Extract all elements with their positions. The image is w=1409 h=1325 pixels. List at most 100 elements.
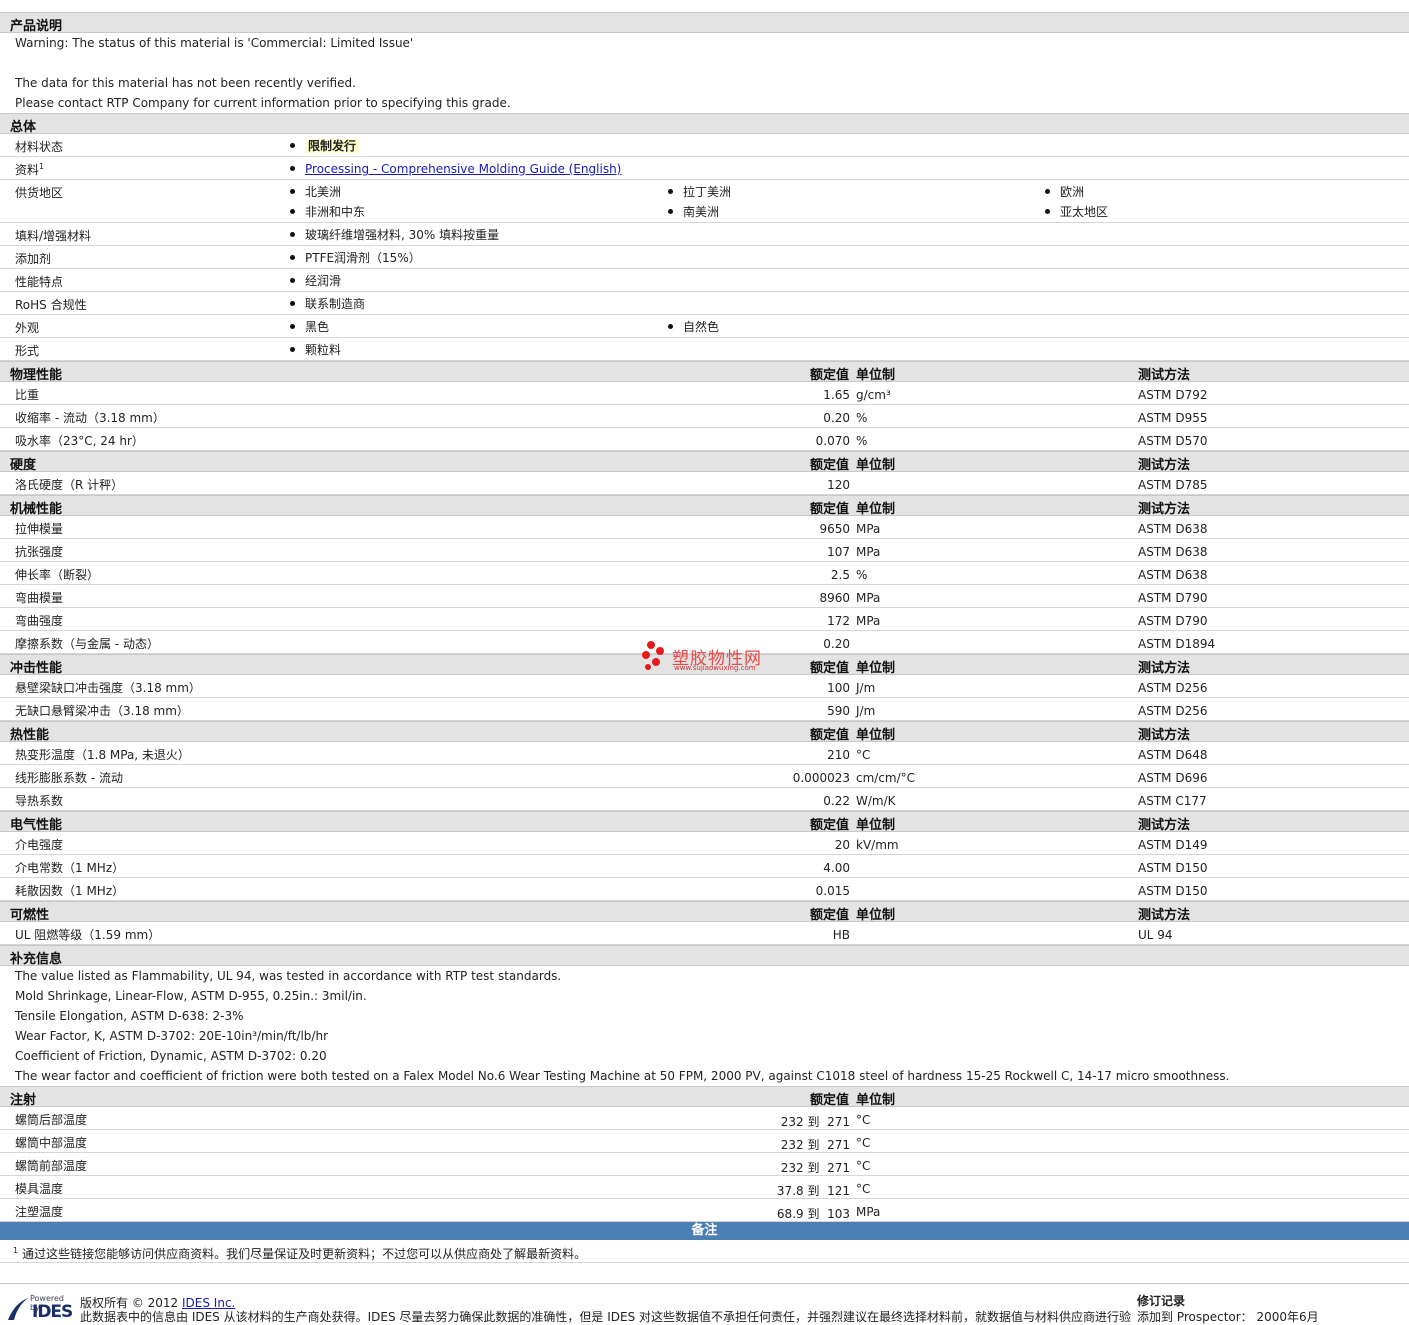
section-title: 电气性能	[10, 818, 63, 833]
column-header-nominal: 额定值	[809, 458, 849, 473]
label-text: 添加剂	[15, 252, 52, 266]
label-text: 形式	[15, 344, 40, 358]
footnote-marker: 1	[39, 162, 45, 171]
ides-swoosh-icon	[8, 1298, 28, 1320]
column-header-unit: 单位制	[856, 458, 896, 473]
bullet-item: 限制发行	[290, 136, 360, 156]
injection-value: 68.9 到 103	[776, 1207, 850, 1221]
property-row: 吸水率（23°C, 24 hr） 0.070% ASTM D570	[0, 428, 1409, 451]
property-value: 8960	[819, 591, 850, 605]
general-row: 填料/增强材料 玻璃纤维增强材料, 30% 填料按重量	[0, 223, 1409, 246]
general-row-label: RoHS 合规性	[15, 296, 87, 313]
label-text: 外观	[15, 321, 40, 335]
property-row: 导热系数 0.22 W/m/K ASTM C177	[0, 788, 1409, 811]
label-text: 材料状态	[15, 140, 64, 154]
general-row-label: 供货地区	[15, 184, 63, 201]
watermark-url: www.sujiaowuxing.com	[674, 664, 756, 672]
general-row: RoHS 合规性 联系制造商	[0, 292, 1409, 315]
section-header: 补充信息	[0, 945, 1409, 967]
footnote-row: 1 通过这些链接您能够访问供应商资料。我们尽量保证及时更新资料；不过您可以从供应商…	[0, 1240, 1409, 1263]
property-label: 弯曲模量	[15, 591, 64, 605]
property-row: 无缺口悬臂梁冲击（3.18 mm） 590 J/m ASTM D256	[0, 698, 1409, 721]
property-unit: °C	[856, 748, 871, 762]
column-header-unit: 单位制	[856, 728, 896, 743]
property-test-method: ASTM D1894	[1138, 637, 1216, 651]
column-header-test: 测试方法	[1138, 368, 1191, 383]
section-header: 总体	[0, 113, 1409, 135]
property-row: 弯曲模量 8960 MPa ASTM D790	[0, 585, 1409, 608]
property-unit: kV/mm	[856, 838, 899, 852]
general-row-label: 资料1	[15, 161, 44, 178]
bullet-icon	[1045, 189, 1050, 194]
injection-unit: °C	[856, 1159, 871, 1173]
bullet-item: 联系制造商	[290, 294, 365, 314]
general-row: 外观 黑色 自然色	[0, 315, 1409, 338]
section-title: 注射	[10, 1093, 37, 1108]
general-row-label: 形式	[15, 342, 39, 359]
column-header-test: 测试方法	[1138, 908, 1191, 923]
bullet-item: 北美洲	[290, 182, 341, 202]
property-row: 线形膨胀系数 - 流动 0.000023 cm/cm/°C ASTM D696	[0, 765, 1409, 788]
processing-guide-link[interactable]: Processing - Comprehensive Molding Guide…	[305, 162, 621, 176]
watermark-dot-icon	[647, 641, 655, 649]
watermark-dot-icon	[652, 658, 660, 666]
column-header-test: 测试方法	[1138, 728, 1191, 743]
property-value: 210	[827, 748, 850, 762]
property-label: 抗张强度	[15, 545, 64, 559]
property-row: 洛氏硬度（R 计秤） 120 ASTM D785	[0, 472, 1409, 495]
property-value: 0.000023	[792, 771, 850, 785]
property-unit: MPa	[856, 522, 881, 536]
column-header-nominal: 额定值	[809, 502, 849, 517]
general-row-label: 材料状态	[15, 138, 63, 155]
property-value: 0.20	[823, 637, 850, 651]
column-header-test: 测试方法	[1138, 661, 1191, 676]
item-text: 黑色	[305, 320, 330, 334]
property-test-method: ASTM D150	[1138, 884, 1208, 898]
description-line: The data for this material has not been …	[15, 76, 356, 90]
property-label: 收缩率 - 流动（3.18 mm）	[15, 411, 165, 425]
item-text: 欧洲	[1060, 185, 1085, 199]
property-value: 0.070	[815, 434, 850, 448]
bullet-item: 颗粒料	[290, 340, 341, 360]
property-label: 悬壁梁缺口冲击强度（3.18 mm）	[15, 681, 201, 695]
property-unit: MPa	[856, 591, 881, 605]
status-value: 限制发行	[305, 139, 360, 153]
property-label: 弯曲强度	[15, 614, 64, 628]
property-value: 9650	[819, 522, 850, 536]
bullet-item[interactable]: Processing - Comprehensive Molding Guide…	[290, 159, 621, 179]
bullet-item: 南美洲	[668, 202, 719, 222]
property-row: 比重 1.65 g/cm³ ASTM D792	[0, 382, 1409, 405]
general-row: 添加剂 PTFE润滑剂（15%）	[0, 246, 1409, 269]
property-value: 0.015	[815, 884, 850, 898]
bullet-item: 玻璃纤维增强材料, 30% 填料按重量	[290, 225, 499, 245]
item-text: 自然色	[683, 320, 720, 334]
watermark: 塑胶物性网 www.sujiaowuxing.com	[642, 641, 782, 677]
property-value: 0.20	[823, 411, 850, 425]
supplemental-line: The wear factor and coefficient of frict…	[15, 1069, 1230, 1083]
property-row: 介电常数（1 MHz） 4.00 ASTM D150	[0, 855, 1409, 878]
column-header-test: 测试方法	[1138, 458, 1191, 473]
property-row: 耗散因数（1 MHz） 0.015 ASTM D150	[0, 878, 1409, 901]
property-label: 介电常数（1 MHz）	[15, 861, 125, 875]
property-value: 1.65	[823, 388, 850, 402]
property-row: UL 阻燃等级（1.59 mm） HB UL 94	[0, 922, 1409, 945]
revision-title: 修订记录	[1137, 1294, 1186, 1308]
bullet-icon	[290, 209, 295, 214]
injection-label: 螺筒中部温度	[15, 1136, 88, 1150]
property-test-method: ASTM D638	[1138, 568, 1208, 582]
label-text: 资料	[15, 163, 40, 177]
item-text: 非洲和中东	[305, 205, 366, 219]
column-header-unit: 单位制	[856, 1093, 896, 1108]
property-value: HB	[832, 928, 850, 942]
watermark-dot-icon	[645, 664, 651, 670]
section-header: 硬度 额定值 单位制 测试方法	[0, 451, 1409, 473]
section-title: 可燃性	[10, 908, 50, 923]
supplemental-line: Mold Shrinkage, Linear-Flow, ASTM D-955,…	[15, 989, 367, 1003]
property-test-method: ASTM D150	[1138, 861, 1208, 875]
column-header-test: 测试方法	[1138, 818, 1191, 833]
property-value: 107	[827, 545, 850, 559]
property-label: 伸长率（断裂）	[15, 568, 100, 582]
section-title: 补充信息	[10, 952, 63, 967]
item-text: 亚太地区	[1060, 205, 1109, 219]
property-value: 2.5	[830, 568, 850, 582]
